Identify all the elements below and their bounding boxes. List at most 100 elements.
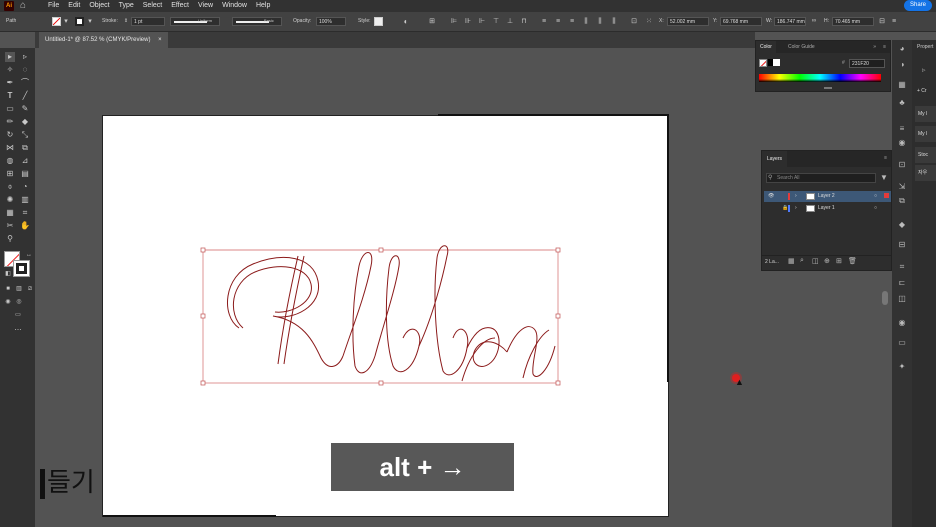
width-tool-icon[interactable]: ⋈ xyxy=(5,143,15,153)
align-center-icon[interactable]: ⊪ xyxy=(464,17,472,26)
menu-edit[interactable]: Edit xyxy=(68,0,80,11)
layer-name[interactable]: Layer 1 xyxy=(818,203,835,214)
bounding-box-handles[interactable] xyxy=(200,247,561,386)
delete-layer-icon[interactable]: 🗑 xyxy=(848,257,857,265)
target-icon[interactable]: ○ xyxy=(874,203,877,214)
eraser-tool-icon[interactable]: ◆ xyxy=(20,117,30,127)
align-right-icon[interactable]: ⊩ xyxy=(478,17,486,26)
opacity-field[interactable]: 100% xyxy=(316,17,346,26)
distribute-right-icon[interactable]: ⫼ xyxy=(610,17,618,26)
curvature-tool-icon[interactable]: ⌒ xyxy=(20,78,30,88)
layer-name[interactable]: Layer 2 xyxy=(818,191,835,202)
column-graph-tool-icon[interactable]: ▥ xyxy=(20,195,30,205)
transform-icon[interactable]: ⊡ xyxy=(630,17,638,26)
layer-row[interactable]: 🔒 › Layer 1 ○ xyxy=(764,203,891,214)
menu-file[interactable]: File xyxy=(48,0,59,11)
menu-window[interactable]: Window xyxy=(222,0,247,11)
graphic-styles-icon[interactable]: ▭ xyxy=(897,338,907,348)
align-grid-icon[interactable]: ⊞ xyxy=(428,17,436,26)
hand-tool-icon[interactable]: ✋ xyxy=(20,221,30,231)
align-middle-icon[interactable]: ⊥ xyxy=(506,17,514,26)
menu-type[interactable]: Type xyxy=(119,0,134,11)
chevron-down-icon[interactable]: ▾ xyxy=(62,17,70,26)
more-tools-icon[interactable]: ⋯ xyxy=(13,326,23,336)
magic-wand-tool-icon[interactable]: ✧ xyxy=(5,65,15,75)
menu-object[interactable]: Object xyxy=(89,0,109,11)
line-tool-icon[interactable]: ╱ xyxy=(20,91,30,101)
panel-menu-icon[interactable]: ≡ xyxy=(884,155,887,161)
white-swatch[interactable] xyxy=(773,59,780,66)
column-graph-tool-icon[interactable]: ▦ xyxy=(5,208,15,218)
distribute-bottom-icon[interactable]: ≡ xyxy=(568,17,576,26)
none-mode-icon[interactable]: ⧄ xyxy=(25,284,35,294)
eyedropper-tool-icon[interactable]: ⌽ xyxy=(5,182,15,192)
screen-mode-icon[interactable]: ▭ xyxy=(13,310,23,320)
fill-none-icon[interactable] xyxy=(759,59,767,67)
script-lettering-path[interactable] xyxy=(227,245,556,382)
gradient-panel-icon[interactable]: ◉ xyxy=(897,138,907,148)
artboards-icon[interactable]: ⌗ xyxy=(897,262,907,272)
new-sublayer-icon[interactable]: ⊕ xyxy=(824,257,830,265)
align-panel-icon[interactable]: ⊟ xyxy=(897,240,907,250)
fill-swatch[interactable] xyxy=(52,17,61,26)
library-item[interactable]: My l xyxy=(915,126,936,142)
tab-color[interactable]: Color xyxy=(756,41,776,53)
stroke-color-icon[interactable] xyxy=(13,260,30,277)
layer-row[interactable]: 👁 › Layer 2 ○ xyxy=(764,191,891,202)
brush-definition[interactable] xyxy=(232,17,282,26)
stroke-panel-icon[interactable]: ≡ xyxy=(897,124,907,134)
clipping-mask-icon[interactable]: ◫ xyxy=(812,257,819,265)
recolor-icon[interactable]: ◐ xyxy=(402,17,410,26)
menu-select[interactable]: Select xyxy=(143,0,162,11)
properties-title[interactable]: Propert xyxy=(917,44,933,50)
align-top-icon[interactable]: ⊤ xyxy=(492,17,500,26)
library-item[interactable]: Stoc xyxy=(915,147,936,163)
align-left-icon[interactable]: ⊫ xyxy=(450,17,458,26)
resize-handle[interactable] xyxy=(824,87,832,89)
draw-mode-icon[interactable]: ◉ xyxy=(3,297,13,307)
expand-chevron-icon[interactable]: › xyxy=(795,203,797,214)
align-bottom-icon[interactable]: ⊓ xyxy=(520,17,528,26)
menu-help[interactable]: Help xyxy=(256,0,270,11)
chevron-down-icon[interactable]: ▾ xyxy=(86,17,94,26)
tab-color-guide[interactable]: Color Guide xyxy=(784,41,819,53)
library-item[interactable]: 자우 xyxy=(915,165,936,181)
appearance-icon[interactable]: ⊡ xyxy=(897,160,907,170)
filter-icon[interactable]: ▼ xyxy=(880,173,888,182)
menu-view[interactable]: View xyxy=(198,0,213,11)
gradient-mode-icon[interactable]: ▥ xyxy=(14,284,24,294)
gradient-tool-icon[interactable]: ▤ xyxy=(20,169,30,179)
lasso-tool-icon[interactable]: ◌ xyxy=(20,65,30,75)
direct-selection-tool-icon[interactable]: ▹ xyxy=(20,52,30,62)
panel-menu-icon[interactable]: ≡ xyxy=(883,41,886,53)
paintbrush-tool-icon[interactable]: ✎ xyxy=(20,104,30,114)
perspective-grid-tool-icon[interactable]: ⊿ xyxy=(20,156,30,166)
variable-width-profile[interactable] xyxy=(170,17,220,26)
symbol-sprayer-tool-icon[interactable]: ✺ xyxy=(5,195,15,205)
distribute-left-icon[interactable]: ⫼ xyxy=(582,17,590,26)
shape-builder-tool-icon[interactable]: ◍ xyxy=(5,156,15,166)
selection-tool-icon[interactable]: ▸ xyxy=(5,52,15,62)
stepper-icon[interactable]: ⇕ xyxy=(122,17,130,26)
graphic-style-swatch[interactable] xyxy=(374,17,383,26)
type-tool-icon[interactable]: T xyxy=(5,91,15,101)
distribute-top-icon[interactable]: ≡ xyxy=(540,17,548,26)
collect-export-icon[interactable]: ▦ xyxy=(788,257,795,265)
close-icon[interactable]: × xyxy=(158,37,162,43)
menu-effect[interactable]: Effect xyxy=(171,0,189,11)
mesh-tool-icon[interactable]: ⊞ xyxy=(5,169,15,179)
layers-search-input[interactable]: Search All xyxy=(766,173,876,183)
layers-panel-icon[interactable]: ◫ xyxy=(897,294,907,304)
hex-field[interactable]: 231F20 xyxy=(849,59,885,68)
pencil-tool-icon[interactable]: ✏ xyxy=(5,117,15,127)
free-transform-tool-icon[interactable]: ⧉ xyxy=(20,143,30,153)
transform-panel-icon[interactable]: ⧉ xyxy=(897,196,907,206)
distribute-center-icon[interactable]: ⫼ xyxy=(596,17,604,26)
create-item[interactable]: + Cr xyxy=(917,88,927,94)
color-panel-icon[interactable]: ◕ xyxy=(897,44,907,54)
slice-tool-icon[interactable]: ✂ xyxy=(5,221,15,231)
link-icon[interactable]: ∞ xyxy=(810,17,818,26)
default-colors-icon[interactable]: ◧ xyxy=(3,269,13,279)
vertical-scrollbar[interactable] xyxy=(882,291,888,305)
collapse-icon[interactable]: » xyxy=(873,41,876,53)
